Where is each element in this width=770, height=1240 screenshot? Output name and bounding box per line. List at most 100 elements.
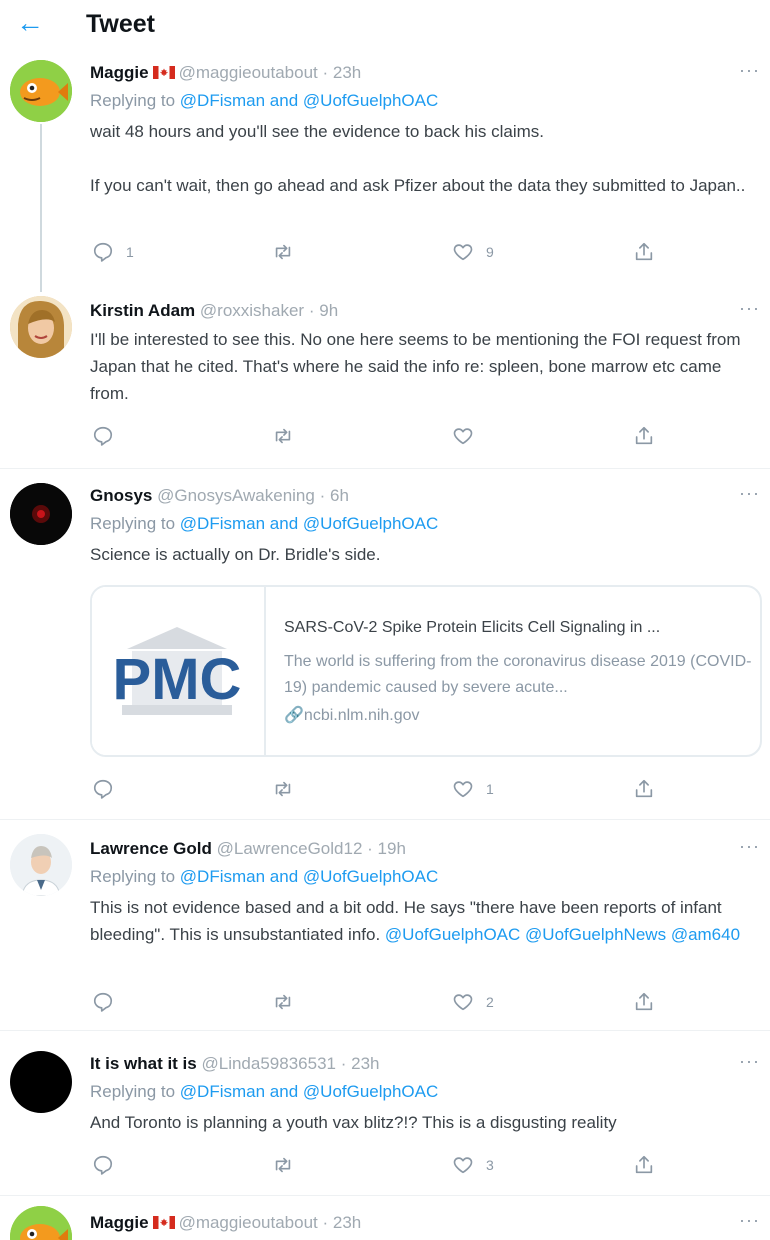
- author-name[interactable]: Maggie: [90, 63, 149, 82]
- more-icon[interactable]: ···: [739, 60, 760, 81]
- more-icon[interactable]: ···: [739, 1051, 760, 1072]
- tweet[interactable]: Lawrence Gold @LawrenceGold12 · 19h ··· …: [0, 820, 770, 1031]
- tweet[interactable]: Maggie @maggieoutabout · 23h ··· Replying…: [0, 50, 770, 280]
- retweet-icon: [272, 241, 294, 263]
- author-name[interactable]: Kirstin Adam: [90, 301, 195, 320]
- retweet-button[interactable]: [272, 240, 294, 264]
- like-count: 2: [486, 994, 494, 1010]
- like-count: 1: [486, 781, 494, 797]
- tweet-author-line: Kirstin Adam @roxxishaker · 9h: [90, 300, 338, 322]
- pmc-logo-icon: PMC: [92, 587, 262, 755]
- tweet-text-paragraph: If you can't wait, then go ahead and ask…: [90, 176, 746, 195]
- replying-to-label: Replying to: [90, 514, 176, 533]
- avatar[interactable]: [10, 1206, 72, 1240]
- like-icon: [452, 1154, 474, 1176]
- tweet[interactable]: Gnosys @GnosysAwakening · 6h ··· Replyin…: [0, 469, 770, 820]
- more-icon[interactable]: ···: [739, 483, 760, 504]
- canada-flag-icon: [153, 1216, 175, 1229]
- retweet-button[interactable]: [272, 990, 294, 1014]
- mention-link[interactable]: @UofGuelphOAC: [303, 91, 438, 110]
- fish-avatar-icon: [10, 1206, 72, 1240]
- reply-button[interactable]: 1: [92, 240, 134, 264]
- author-handle[interactable]: @Linda59836531: [201, 1054, 336, 1073]
- tweet[interactable]: It is what it is @Linda59836531 · 23h ··…: [0, 1031, 770, 1196]
- avatar[interactable]: [10, 834, 72, 896]
- author-name[interactable]: It is what it is: [90, 1054, 197, 1073]
- tweet-text-paragraph: wait 48 hours and you'll see the evidenc…: [90, 122, 544, 141]
- mention-link[interactable]: @UofGuelphOAC: [303, 514, 438, 533]
- share-icon: [633, 425, 655, 447]
- reply-button[interactable]: [92, 777, 114, 801]
- replying-to: Replying to @DFisman and @UofGuelphOAC: [90, 513, 438, 535]
- more-icon[interactable]: ···: [739, 836, 760, 857]
- author-handle[interactable]: @LawrenceGold12: [217, 839, 363, 858]
- separator-dot: ·: [322, 63, 329, 82]
- reply-button[interactable]: [92, 990, 114, 1014]
- link-preview-card[interactable]: PMC SARS-CoV-2 Spike Protein Elicits Cel…: [90, 585, 762, 757]
- card-domain: 🔗ncbi.nlm.nih.gov: [284, 705, 420, 725]
- separator-dot: ·: [308, 301, 315, 320]
- share-button[interactable]: [633, 777, 655, 801]
- retweet-button[interactable]: [272, 1153, 294, 1177]
- author-handle[interactable]: @maggieoutabout: [179, 63, 318, 82]
- like-button[interactable]: 9: [452, 240, 494, 264]
- avatar[interactable]: [10, 296, 72, 358]
- tweet-author-line: Gnosys @GnosysAwakening · 6h: [90, 485, 349, 507]
- share-button[interactable]: [633, 240, 655, 264]
- replying-and: and: [269, 867, 299, 886]
- timestamp[interactable]: 23h: [333, 1213, 361, 1232]
- timestamp[interactable]: 23h: [333, 63, 361, 82]
- like-button[interactable]: 2: [452, 990, 494, 1014]
- share-button[interactable]: [633, 990, 655, 1014]
- fish-avatar-icon: [10, 60, 72, 122]
- tweet-actions: [0, 424, 770, 448]
- arrow-left-icon[interactable]: ←: [16, 8, 44, 38]
- reply-button[interactable]: [92, 424, 114, 448]
- retweet-button[interactable]: [272, 777, 294, 801]
- timestamp[interactable]: 23h: [351, 1054, 379, 1073]
- avatar[interactable]: [10, 483, 72, 545]
- tweet-text: Science is actually on Dr. Bridle's side…: [90, 545, 381, 564]
- author-name[interactable]: Lawrence Gold: [90, 839, 212, 858]
- avatar[interactable]: [10, 60, 72, 122]
- separator-dot: ·: [367, 839, 373, 858]
- retweet-button[interactable]: [272, 424, 294, 448]
- author-handle[interactable]: @maggieoutabout: [179, 1213, 318, 1232]
- mention-link[interactable]: @UofGuelphOAC: [385, 925, 520, 944]
- timestamp[interactable]: 6h: [330, 486, 349, 505]
- share-button[interactable]: [633, 1153, 655, 1177]
- tweet[interactable]: Maggie @maggieoutabout · 23h ···: [0, 1196, 770, 1240]
- mention-link[interactable]: @DFisman: [180, 91, 265, 110]
- author-handle[interactable]: @roxxishaker: [200, 301, 304, 320]
- reply-button[interactable]: [92, 1153, 114, 1177]
- mention-link[interactable]: @DFisman: [180, 867, 265, 886]
- reply-icon: [92, 991, 114, 1013]
- more-icon[interactable]: ···: [739, 1210, 760, 1231]
- share-icon: [633, 991, 655, 1013]
- mention-link[interactable]: @UofGuelphOAC: [303, 1082, 438, 1101]
- mention-link[interactable]: @am640: [671, 925, 740, 944]
- timestamp[interactable]: 9h: [319, 301, 338, 320]
- pmc-logo-image: PMC: [92, 587, 266, 755]
- like-icon: [452, 778, 474, 800]
- tweet-actions: 3: [0, 1153, 770, 1177]
- like-button[interactable]: [452, 424, 474, 448]
- timestamp[interactable]: 19h: [378, 839, 406, 858]
- author-name[interactable]: Gnosys: [90, 486, 152, 505]
- more-icon[interactable]: ···: [739, 298, 760, 319]
- mention-link[interactable]: @UofGuelphNews: [525, 925, 666, 944]
- mention-link[interactable]: @UofGuelphOAC: [303, 867, 438, 886]
- like-button[interactable]: 3: [452, 1153, 494, 1177]
- like-icon: [452, 241, 474, 263]
- replying-and: and: [269, 514, 299, 533]
- share-button[interactable]: [633, 424, 655, 448]
- tweet[interactable]: Kirstin Adam @roxxishaker · 9h ··· I'll …: [0, 280, 770, 469]
- tweet-text: I'll be interested to see this. No one h…: [90, 330, 741, 403]
- like-button[interactable]: 1: [452, 777, 494, 801]
- mention-link[interactable]: @DFisman: [180, 514, 265, 533]
- mention-link[interactable]: @DFisman: [180, 1082, 265, 1101]
- avatar[interactable]: [10, 1051, 72, 1113]
- author-handle[interactable]: @GnosysAwakening: [157, 486, 315, 505]
- author-name[interactable]: Maggie: [90, 1213, 149, 1232]
- reply-count: 1: [126, 244, 134, 260]
